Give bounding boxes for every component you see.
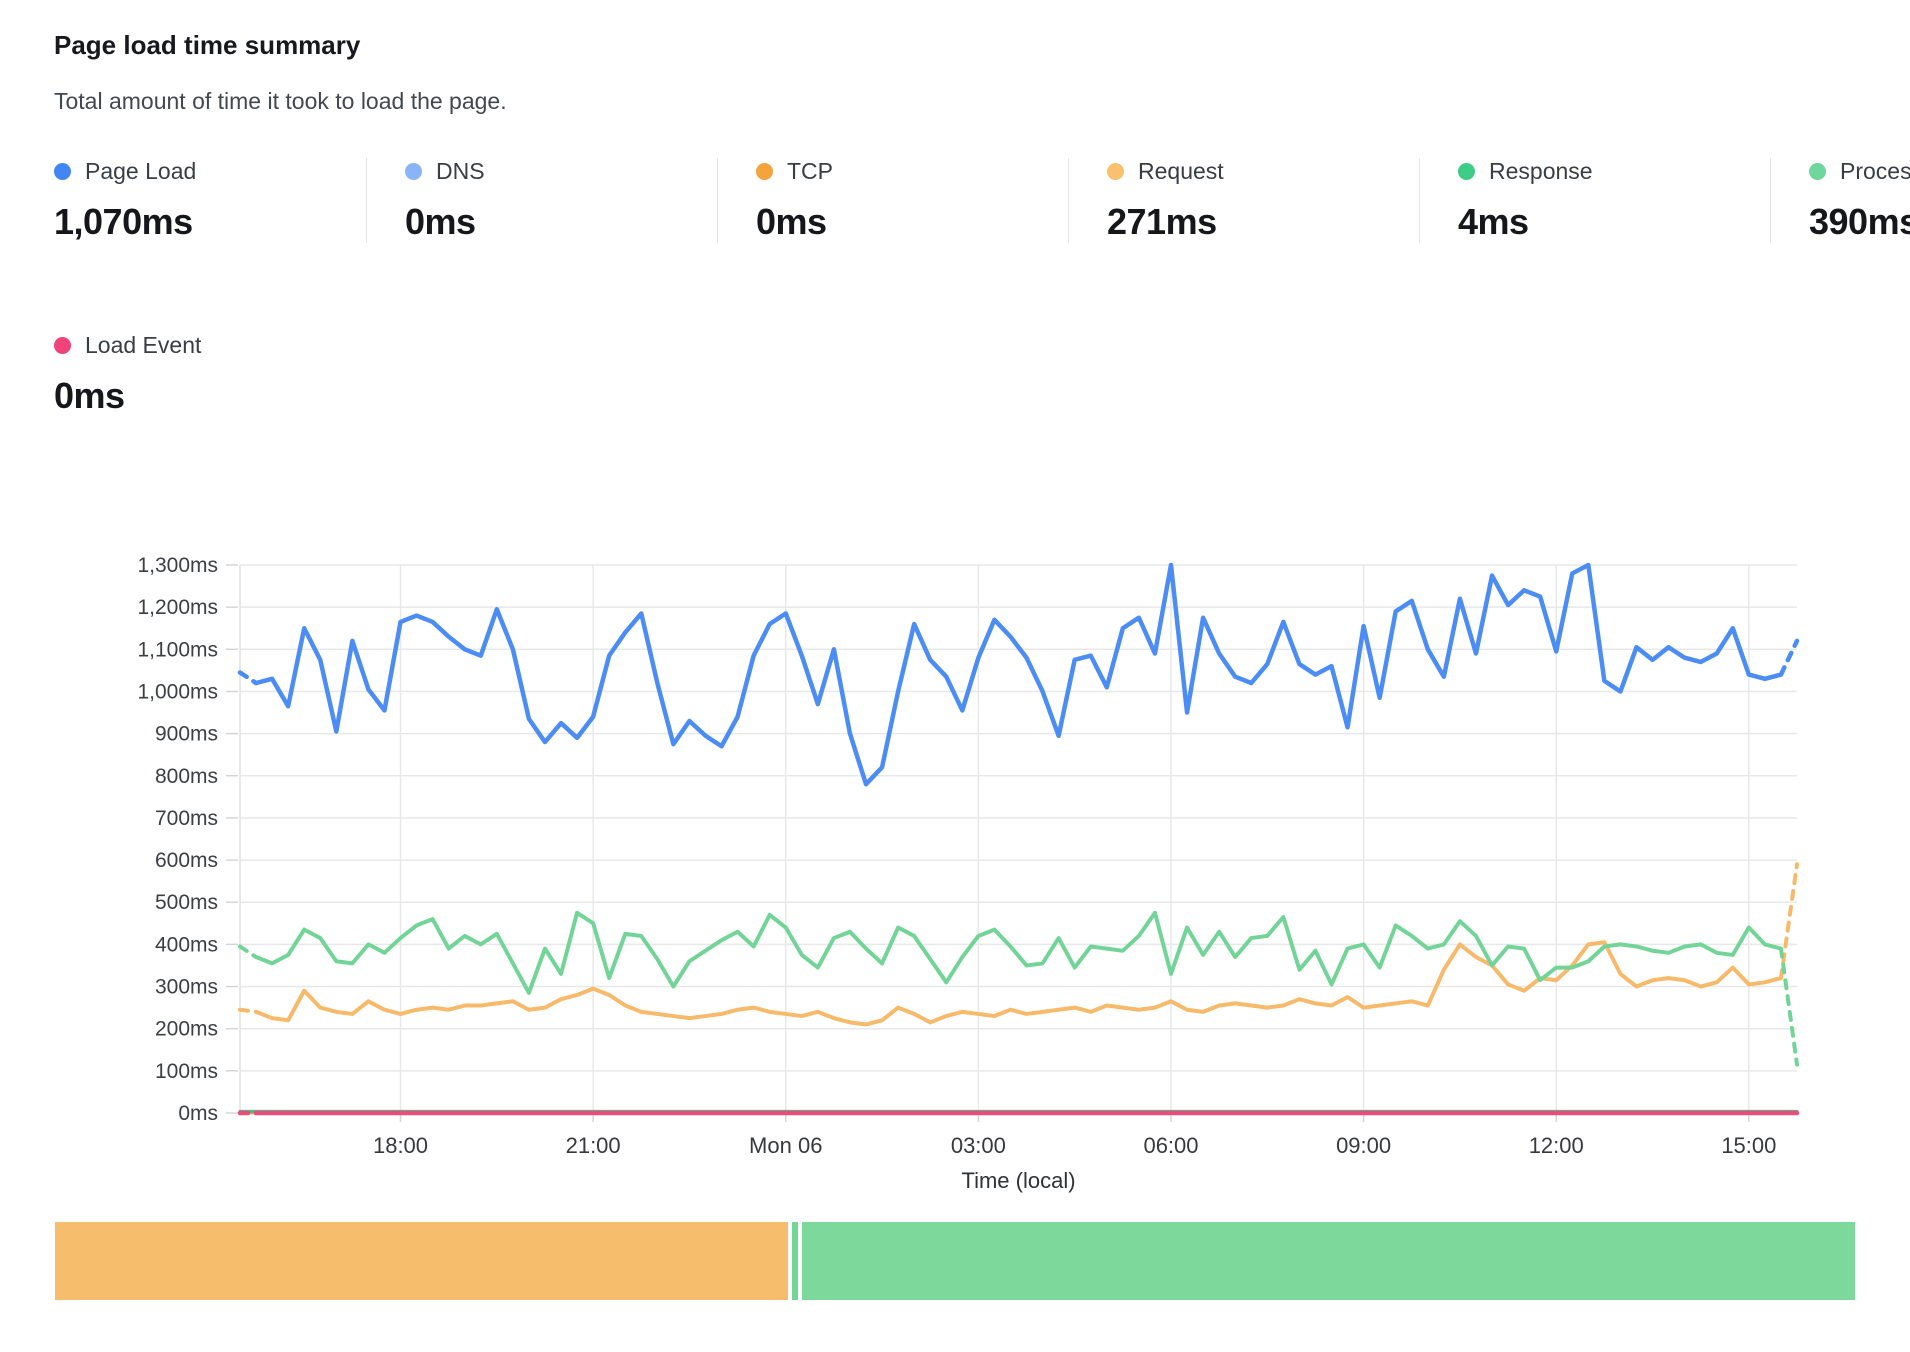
svg-text:300ms: 300ms (155, 976, 218, 999)
svg-text:600ms: 600ms (155, 849, 218, 872)
summary-item-response[interactable]: Response 4ms (1458, 158, 1771, 243)
svg-text:700ms: 700ms (155, 807, 218, 830)
svg-text:100ms: 100ms (155, 1060, 218, 1083)
svg-text:0ms: 0ms (178, 1102, 218, 1125)
summary-item-processing[interactable]: Processing 390ms (1809, 158, 1910, 243)
summary-item-value: 0ms (756, 201, 1058, 243)
summary-item-load-event[interactable]: Load Event 0ms (54, 332, 367, 417)
response-dot-icon (1458, 163, 1475, 180)
summary-legend-row-1: Page Load 1,070ms DNS 0ms TCP 0ms Reques… (54, 158, 1910, 243)
summary-item-value: 4ms (1458, 201, 1760, 243)
time-range-minimap[interactable] (55, 1222, 1855, 1300)
processing-dot-icon (1809, 163, 1826, 180)
svg-text:1,100ms: 1,100ms (137, 638, 218, 661)
summary-item-label: Processing (1840, 158, 1910, 185)
summary-item-label: Response (1489, 158, 1593, 185)
summary-item-label: Load Event (85, 332, 201, 359)
summary-item-value: 271ms (1107, 201, 1409, 243)
load-event-dot-icon (54, 337, 71, 354)
svg-text:Time (local): Time (local) (961, 1168, 1075, 1193)
summary-item-value: 0ms (54, 375, 357, 417)
summary-item-label: Page Load (85, 158, 196, 185)
summary-item-value: 1,070ms (54, 201, 356, 243)
summary-item-value: 0ms (405, 201, 707, 243)
svg-text:500ms: 500ms (155, 891, 218, 914)
summary-item-page-load[interactable]: Page Load 1,070ms (54, 158, 367, 243)
svg-text:Mon 06: Mon 06 (749, 1133, 822, 1158)
summary-item-label: DNS (436, 158, 485, 185)
summary-item-label: TCP (787, 158, 833, 185)
page-load-dot-icon (54, 163, 71, 180)
page-subtitle: Total amount of time it took to load the… (54, 88, 507, 115)
svg-text:09:00: 09:00 (1336, 1133, 1391, 1158)
dns-dot-icon (405, 163, 422, 180)
request-dot-icon (1107, 163, 1124, 180)
svg-text:900ms: 900ms (155, 723, 218, 746)
minimap-processing-segment[interactable] (802, 1222, 1855, 1300)
svg-text:400ms: 400ms (155, 933, 218, 956)
svg-text:1,300ms: 1,300ms (137, 554, 218, 577)
svg-text:1,000ms: 1,000ms (137, 680, 218, 703)
svg-text:800ms: 800ms (155, 765, 218, 788)
summary-item-tcp[interactable]: TCP 0ms (756, 158, 1069, 243)
summary-item-dns[interactable]: DNS 0ms (405, 158, 718, 243)
tcp-dot-icon (756, 163, 773, 180)
svg-text:15:00: 15:00 (1721, 1133, 1776, 1158)
summary-item-label: Request (1138, 158, 1224, 185)
svg-text:200ms: 200ms (155, 1018, 218, 1041)
svg-text:18:00: 18:00 (373, 1133, 428, 1158)
svg-text:1,200ms: 1,200ms (137, 596, 218, 619)
page-title: Page load time summary (54, 30, 360, 61)
svg-text:06:00: 06:00 (1143, 1133, 1198, 1158)
page-load-time-panel: Page load time summary Total amount of t… (0, 0, 1910, 1352)
minimap-request-segment[interactable] (55, 1222, 788, 1300)
svg-text:21:00: 21:00 (566, 1133, 621, 1158)
summary-legend-row-2: Load Event 0ms (54, 332, 367, 417)
svg-text:12:00: 12:00 (1529, 1133, 1584, 1158)
summary-item-value: 390ms (1809, 201, 1910, 243)
svg-text:03:00: 03:00 (951, 1133, 1006, 1158)
line-chart[interactable]: 0ms 100ms 200ms 300ms 400ms 500ms 600ms 700ms 80… (0, 430, 1910, 1218)
summary-item-request[interactable]: Request 271ms (1107, 158, 1420, 243)
